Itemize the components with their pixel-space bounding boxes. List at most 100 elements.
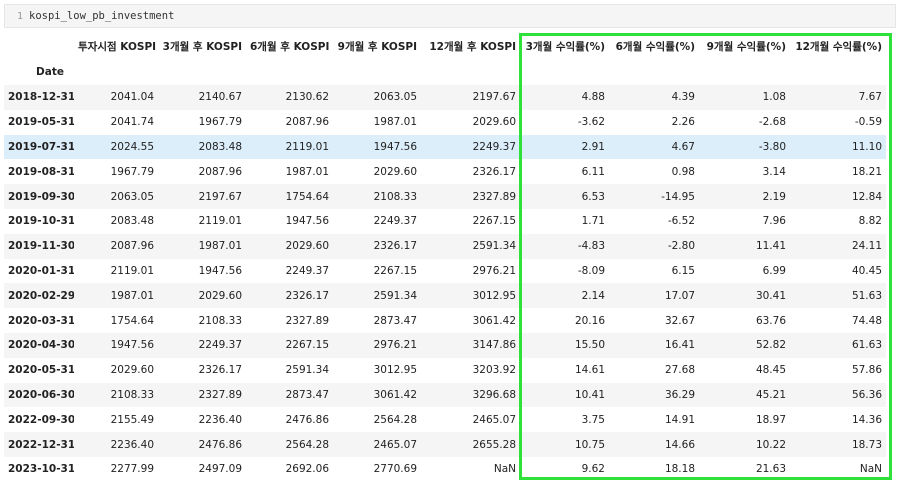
table-cell: 2029.60 (110, 364, 154, 377)
table-cell: 16.41 (664, 339, 695, 352)
table-cell: 6.11 (581, 165, 605, 178)
table-row[interactable]: 2018-12-31 2041.04 2140.67 2130.62 2063.05 21… (4, 85, 886, 110)
table-cell: 2497.09 (198, 463, 242, 476)
row-date: 2020-03-31 (8, 314, 74, 327)
table-cell: 2655.28 (472, 438, 516, 451)
table-cell: -0.59 (854, 116, 882, 129)
column-header-row: 투자시점 KOSPI 3개월 후 KOSPI 6개월 후 KOSPI 9개월 후… (4, 33, 886, 59)
table-cell: 24.11 (851, 240, 882, 253)
dataframe-table: 투자시점 KOSPI 3개월 후 KOSPI 6개월 후 KOSPI 9개월 후… (4, 33, 886, 482)
table-row[interactable]: 2022-12-31 2236.40 2476.86 2564.28 2465.07 26… (4, 432, 886, 457)
table-cell: 2326.17 (198, 364, 242, 377)
table-row[interactable]: 2020-05-31 2029.60 2326.17 2591.34 3012.95 32… (4, 357, 886, 383)
code-line[interactable]: kospi_low_pb_investment (29, 10, 174, 22)
table-cell: 3061.42 (472, 314, 516, 327)
table-cell: 1967.79 (198, 116, 242, 129)
table-cell: 4.39 (671, 91, 695, 104)
index-header-row: Date (4, 59, 886, 85)
table-cell: 51.63 (851, 289, 882, 302)
table-cell: 2465.07 (472, 413, 516, 426)
row-date: 2020-06-30 (8, 388, 74, 401)
table-cell: 14.66 (664, 438, 695, 451)
table-cell: 2087.96 (110, 240, 154, 253)
table-cell: 2.26 (671, 116, 695, 129)
table-cell: 1947.56 (373, 140, 417, 153)
table-row[interactable]: 2019-08-31 1967.79 2087.96 1987.01 2029.60 23… (4, 159, 886, 185)
table-cell: 2108.33 (373, 190, 417, 203)
table-cell: 2.14 (581, 289, 605, 302)
row-date: 2019-05-31 (8, 116, 74, 129)
table-cell: 11.10 (851, 140, 882, 153)
table-cell: 2476.86 (198, 438, 242, 451)
table-cell: 9.62 (581, 463, 605, 476)
table-cell: 2197.67 (472, 91, 516, 104)
table-cell: 10.75 (574, 438, 605, 451)
column-header: 9개월 수익률(%) (706, 40, 786, 53)
table-cell: 1987.01 (110, 289, 154, 302)
table-cell: 2236.40 (110, 438, 154, 451)
table-cell: -3.80 (758, 140, 786, 153)
table-row[interactable]: 2020-02-29 1987.01 2029.60 2326.17 2591.34 30… (4, 283, 886, 309)
table-cell: 48.45 (755, 364, 786, 377)
table-row[interactable]: 2022-09-30 2155.49 2236.40 2476.86 2564.28 24… (4, 407, 886, 433)
table-cell: 2873.47 (285, 388, 329, 401)
table-cell: 3203.92 (472, 364, 516, 377)
table-row[interactable]: 2020-04-30 1947.56 2249.37 2267.15 2976.21 31… (4, 332, 886, 358)
table-cell: 2024.55 (110, 140, 154, 153)
table-cell: 52.82 (755, 339, 786, 352)
table-cell: 18.97 (755, 413, 786, 426)
table-cell: 56.36 (851, 388, 882, 401)
line-number: 1 (16, 10, 23, 22)
table-cell: 2591.34 (472, 240, 516, 253)
table-cell: 2130.62 (285, 91, 329, 104)
table-row[interactable]: 2019-11-30 2087.96 1987.01 2029.60 2326.17 25… (4, 233, 886, 259)
table-cell: 40.45 (851, 264, 882, 277)
table-row[interactable]: 2020-06-30 2108.33 2327.89 2873.47 3061.42 32… (4, 382, 886, 408)
table-row[interactable]: 2019-07-31 2024.55 2083.48 2119.01 1947.56 22… (4, 134, 886, 160)
table-cell: 17.07 (664, 289, 695, 302)
column-header: 12개월 수익률(%) (795, 40, 882, 53)
table-cell: 32.67 (664, 314, 695, 327)
table-cell: 4.67 (671, 140, 695, 153)
table-cell: 10.22 (755, 438, 786, 451)
table-cell: 1987.01 (285, 165, 329, 178)
table-cell: 4.88 (581, 91, 605, 104)
row-date: 2020-04-30 (8, 339, 74, 352)
table-row[interactable]: 2020-01-31 2119.01 1947.56 2249.37 2267.15 29… (4, 258, 886, 284)
table-cell: 2564.28 (373, 413, 417, 426)
table-row[interactable]: 2019-10-31 2083.48 2119.01 1947.56 2249.37 22… (4, 208, 886, 234)
table-row[interactable]: 2019-05-31 2041.74 1967.79 2087.96 1987.01 20… (4, 109, 886, 135)
table-cell: 14.36 (851, 413, 882, 426)
table-cell: 18.21 (851, 165, 882, 178)
row-date: 2019-09-30 (8, 190, 74, 203)
table-cell: 1947.56 (110, 339, 154, 352)
table-cell: 36.29 (664, 388, 695, 401)
table-cell: 2591.34 (373, 289, 417, 302)
table-cell: 2197.67 (198, 190, 242, 203)
code-cell[interactable]: 1 kospi_low_pb_investment (4, 4, 896, 28)
row-date: 2018-12-31 (8, 91, 74, 104)
table-cell: 2267.15 (472, 215, 516, 228)
table-cell: -4.83 (577, 240, 605, 253)
table-cell: 1754.64 (285, 190, 329, 203)
table-cell: 2029.60 (198, 289, 242, 302)
table-cell: 1.71 (581, 215, 605, 228)
table-cell: 2041.74 (110, 116, 154, 129)
table-row[interactable]: 2023-10-31 2277.99 2497.09 2692.06 2770.69 Na… (4, 456, 886, 482)
table-cell: 2087.96 (285, 116, 329, 129)
table-cell: 2140.67 (198, 91, 242, 104)
table-cell: 2327.89 (285, 314, 329, 327)
table-row[interactable]: 2019-09-30 2063.05 2197.67 1754.64 2108.33 23… (4, 184, 886, 209)
table-cell: 2770.69 (373, 463, 417, 476)
table-cell: 2119.01 (110, 264, 154, 277)
table-cell: 2249.37 (373, 215, 417, 228)
table-cell: 2976.21 (472, 264, 516, 277)
table-cell: -2.68 (758, 116, 786, 129)
table-cell: 8.82 (858, 215, 882, 228)
table-cell: 2063.05 (110, 190, 154, 203)
table-cell: 2873.47 (373, 314, 417, 327)
table-cell: 2267.15 (285, 339, 329, 352)
table-cell: 12.84 (851, 190, 882, 203)
table-row[interactable]: 2020-03-31 1754.64 2108.33 2327.89 2873.47 30… (4, 308, 886, 333)
index-name: Date (36, 66, 64, 78)
